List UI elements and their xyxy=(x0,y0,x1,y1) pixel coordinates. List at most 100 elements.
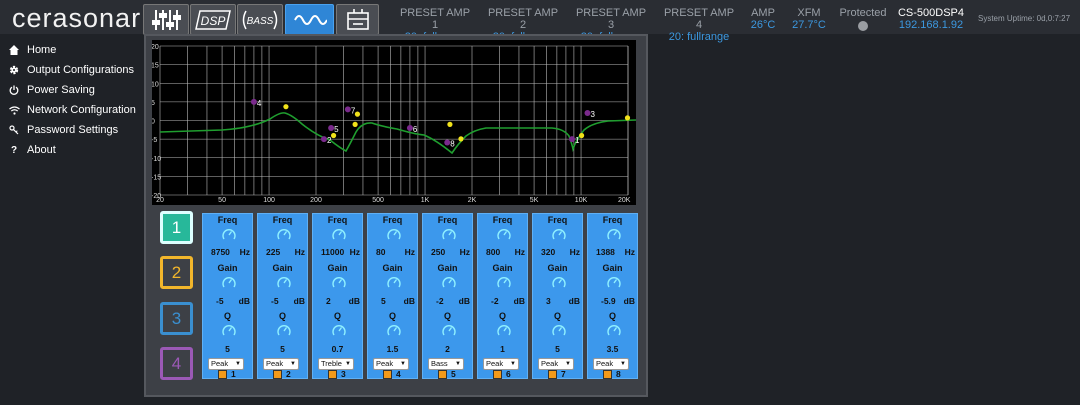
db-unit: dB xyxy=(293,296,305,306)
freq-value[interactable]: 11000 xyxy=(321,247,344,257)
channel-2-button[interactable]: 2 xyxy=(160,256,193,289)
q-value[interactable]: 1 xyxy=(478,344,527,354)
band-q-handle[interactable] xyxy=(354,111,361,117)
knob-icon[interactable] xyxy=(441,227,457,243)
amp-temp-value: 26°C xyxy=(750,19,776,31)
knob-icon[interactable] xyxy=(386,323,402,339)
knob-icon[interactable] xyxy=(496,227,512,243)
band-q-handle[interactable] xyxy=(283,104,289,110)
bass-button[interactable]: BASS xyxy=(237,4,283,35)
db-unit: dB xyxy=(348,296,360,306)
y-tick-label: 15 xyxy=(152,63,159,70)
gain-value[interactable]: -2 xyxy=(491,296,499,306)
freq-value[interactable]: 250 xyxy=(431,247,445,257)
gain-value[interactable]: 5 xyxy=(381,296,386,306)
knob-icon[interactable] xyxy=(551,275,567,291)
band-card-7: Freq 320 Hz Gain 3 dB Q 5 Peak ▼ 7 xyxy=(532,213,583,379)
knob-icon[interactable] xyxy=(606,323,622,339)
hz-unit: Hz xyxy=(404,247,415,257)
band-q-handle[interactable] xyxy=(352,121,358,127)
gain-value[interactable]: -2 xyxy=(436,296,444,306)
gain-value[interactable]: -5 xyxy=(216,296,224,306)
dsp-button[interactable]: DSP xyxy=(190,4,236,35)
knob-icon[interactable] xyxy=(441,275,457,291)
band-enable-checkbox[interactable] xyxy=(328,370,337,379)
band-enable-checkbox[interactable] xyxy=(383,370,392,379)
band-enable-checkbox[interactable] xyxy=(218,370,227,379)
freq-value[interactable]: 80 xyxy=(376,247,385,257)
band-enable-checkbox[interactable] xyxy=(603,370,612,379)
band-enable-checkbox[interactable] xyxy=(548,370,557,379)
channel-1-button[interactable]: 1 xyxy=(160,211,193,244)
gain-value[interactable]: -5 xyxy=(271,296,279,306)
q-value[interactable]: 3.5 xyxy=(588,344,637,354)
x-tick-label: 2K xyxy=(468,197,477,204)
band-q-handle[interactable] xyxy=(578,132,585,139)
freq-value[interactable]: 800 xyxy=(486,247,500,257)
knob-icon[interactable] xyxy=(221,227,237,243)
knob-icon[interactable] xyxy=(441,323,457,339)
gain-value[interactable]: 2 xyxy=(326,296,331,306)
band-q-handle[interactable] xyxy=(458,136,464,142)
knob-icon[interactable] xyxy=(386,227,402,243)
nav-home[interactable]: Home xyxy=(0,40,144,60)
filter-type-select[interactable]: Peak ▼ xyxy=(373,358,409,370)
knob-icon[interactable] xyxy=(496,323,512,339)
freq-value[interactable]: 320 xyxy=(541,247,555,257)
home-icon xyxy=(8,44,20,56)
q-value[interactable]: 5 xyxy=(533,344,582,354)
chevron-down-icon: ▼ xyxy=(400,361,406,367)
nav-power-saving[interactable]: Power Saving xyxy=(0,80,144,100)
eq-response-graph[interactable]: 20151050-5-10-15-20 20501002005001K2K5K1… xyxy=(152,40,636,205)
amplifier-button[interactable] xyxy=(336,4,379,35)
band-q-handle[interactable] xyxy=(624,115,631,121)
band-enable-checkbox[interactable] xyxy=(493,370,502,379)
nav-network-configuration[interactable]: Network Configuration xyxy=(0,100,144,120)
band-q-handle[interactable] xyxy=(447,121,453,127)
q-label: Q xyxy=(498,311,506,321)
filter-type-select[interactable]: Peak ▼ xyxy=(263,358,299,370)
wifi-icon xyxy=(8,104,20,116)
gain-value[interactable]: 3 xyxy=(546,296,551,306)
mixer-button[interactable] xyxy=(143,4,189,35)
freq-value[interactable]: 225 xyxy=(266,247,280,257)
eq-button[interactable] xyxy=(285,4,334,35)
q-value[interactable]: 2 xyxy=(423,344,472,354)
freq-label: Freq xyxy=(547,215,568,225)
filter-type-select[interactable]: Peak ▼ xyxy=(208,358,244,370)
channel-3-button[interactable]: 3 xyxy=(160,302,193,335)
band-enable-checkbox[interactable] xyxy=(438,370,447,379)
freq-value[interactable]: 1388 xyxy=(596,247,615,257)
q-value[interactable]: 0.7 xyxy=(313,344,362,354)
q-value[interactable]: 1.5 xyxy=(368,344,417,354)
amplifier-icon xyxy=(346,8,369,30)
knob-icon[interactable] xyxy=(276,275,292,291)
nav-about[interactable]: ? About xyxy=(0,140,144,160)
knob-icon[interactable] xyxy=(551,323,567,339)
band-enable-checkbox[interactable] xyxy=(273,370,282,379)
filter-type-select[interactable]: Bass ▼ xyxy=(428,358,464,370)
filter-type-select[interactable]: Peak ▼ xyxy=(483,358,519,370)
knob-icon[interactable] xyxy=(276,227,292,243)
q-value[interactable]: 5 xyxy=(203,344,252,354)
knob-icon[interactable] xyxy=(331,323,347,339)
nav-password-settings[interactable]: Password Settings xyxy=(0,120,144,140)
q-value[interactable]: 5 xyxy=(258,344,307,354)
knob-icon[interactable] xyxy=(276,323,292,339)
knob-icon[interactable] xyxy=(606,275,622,291)
knob-icon[interactable] xyxy=(331,275,347,291)
knob-icon[interactable] xyxy=(331,227,347,243)
freq-value[interactable]: 8750 xyxy=(211,247,230,257)
knob-icon[interactable] xyxy=(606,227,622,243)
knob-icon[interactable] xyxy=(221,275,237,291)
gain-value[interactable]: -5.9 xyxy=(601,296,616,306)
channel-4-button[interactable]: 4 xyxy=(160,347,193,380)
filter-type-select[interactable]: Peak ▼ xyxy=(538,358,574,370)
knob-icon[interactable] xyxy=(221,323,237,339)
filter-type-select[interactable]: Treble ▼ xyxy=(318,358,354,370)
knob-icon[interactable] xyxy=(496,275,512,291)
nav-output-configurations[interactable]: Output Configurations xyxy=(0,60,144,80)
filter-type-select[interactable]: Peak ▼ xyxy=(593,358,629,370)
knob-icon[interactable] xyxy=(386,275,402,291)
knob-icon[interactable] xyxy=(551,227,567,243)
